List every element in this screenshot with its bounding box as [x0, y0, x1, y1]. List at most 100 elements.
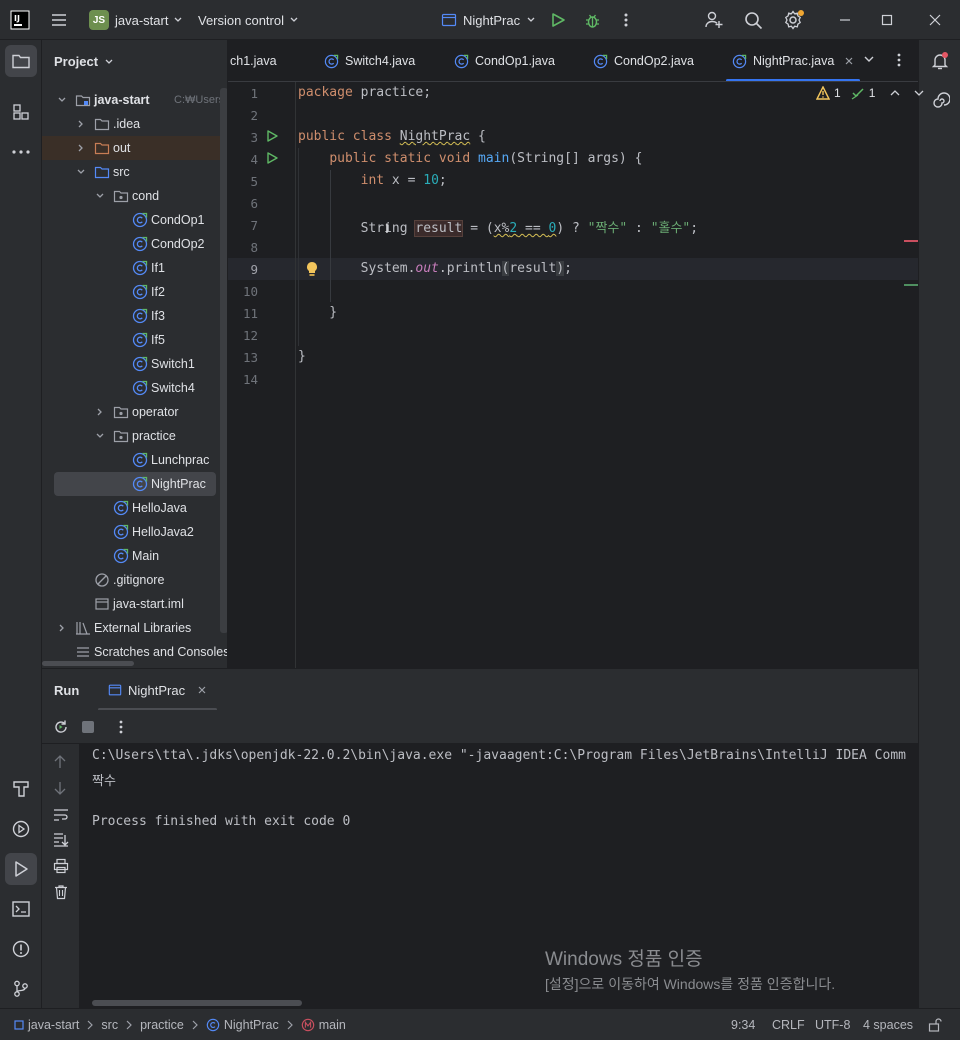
run-main-gutter-button[interactable] [266, 152, 278, 167]
tree-item-label: Switch1 [151, 357, 195, 371]
tree-item[interactable]: If1 [42, 256, 227, 280]
structure-tool-button[interactable] [5, 96, 37, 128]
chevron-right-icon[interactable] [94, 406, 106, 418]
run-class-gutter-button[interactable] [266, 130, 278, 145]
tree-item[interactable]: Main [42, 544, 227, 568]
ai-assistant-button[interactable] [924, 85, 956, 117]
rerun-button[interactable] [53, 719, 69, 738]
code-with-me-button[interactable] [704, 0, 724, 40]
minimize-button[interactable] [822, 0, 868, 40]
chevron-down-icon[interactable] [94, 190, 106, 202]
tree-item[interactable]: NightPrac [54, 472, 216, 496]
next-occurrence-button[interactable] [53, 780, 67, 799]
chevron-right-icon[interactable] [75, 142, 87, 154]
run-config-selector[interactable]: NightPrac [441, 0, 536, 40]
error-stripe-mark[interactable] [904, 240, 918, 242]
stop-button[interactable] [82, 721, 94, 733]
tree-vertical-scrollbar[interactable] [220, 88, 227, 633]
settings-button[interactable] [783, 0, 805, 40]
services-tool-button[interactable] [5, 813, 37, 845]
tree-item[interactable]: CondOp2 [42, 232, 227, 256]
breadcrumb-item[interactable]: NightPrac [206, 1018, 279, 1032]
vcs-widget[interactable]: Version control [198, 0, 299, 40]
tree-item[interactable]: If3 [42, 304, 227, 328]
run-more-button[interactable] [116, 719, 126, 738]
chevron-down-icon[interactable] [94, 430, 106, 442]
problems-tool-button[interactable] [5, 933, 37, 965]
run-button[interactable] [550, 0, 566, 40]
close-icon[interactable] [844, 56, 854, 66]
line-separator[interactable]: CRLF [772, 1009, 805, 1040]
tree-item[interactable]: External Libraries [42, 616, 227, 640]
indent-setting[interactable]: 4 spaces [863, 1009, 913, 1040]
tree-item[interactable]: HelloJava2 [42, 520, 227, 544]
tree-item[interactable]: If5 [42, 328, 227, 352]
code-editor[interactable] [228, 82, 918, 668]
tree-item[interactable]: HelloJava [42, 496, 227, 520]
breadcrumb-item[interactable]: src [101, 1018, 118, 1032]
console-horizontal-scrollbar[interactable] [92, 1000, 302, 1006]
git-tool-button[interactable] [5, 973, 37, 1005]
lock-button[interactable] [928, 1009, 942, 1040]
scroll-to-end-button[interactable] [53, 832, 69, 851]
terminal-tool-button[interactable] [5, 893, 37, 925]
tree-item[interactable]: out [42, 136, 227, 160]
soft-wrap-button[interactable] [53, 808, 69, 825]
build-tool-button[interactable] [5, 773, 37, 805]
more-vertical-icon [624, 13, 628, 27]
tabs-overflow-button[interactable] [862, 52, 876, 69]
search-button[interactable] [744, 0, 763, 40]
caret-position[interactable]: 9:34 [731, 1009, 755, 1040]
chevron-down-icon[interactable] [913, 87, 925, 99]
more-actions-button[interactable] [620, 0, 632, 40]
tree-item[interactable]: cond [42, 184, 227, 208]
tree-item[interactable]: CondOp1 [42, 208, 227, 232]
tree-item[interactable]: If2 [42, 280, 227, 304]
main-menu-icon[interactable] [50, 0, 68, 40]
change-stripe-mark[interactable] [904, 284, 918, 286]
editor-tab[interactable]: ch1.java [228, 40, 283, 81]
chevron-right-icon[interactable] [56, 622, 68, 634]
breadcrumb-item[interactable]: practice [140, 1018, 184, 1032]
tree-item[interactable]: practice [42, 424, 227, 448]
chevron-right-icon[interactable] [75, 118, 87, 130]
tree-item[interactable]: .idea [42, 112, 227, 136]
tree-item[interactable]: Switch4 [42, 376, 227, 400]
editor-tab[interactable]: CondOp1.java [448, 40, 561, 81]
tree-item[interactable]: Switch1 [42, 352, 227, 376]
close-icon[interactable] [197, 685, 207, 695]
tabs-more-button[interactable] [893, 52, 905, 71]
tree-item[interactable]: .gitignore [42, 568, 227, 592]
file-encoding[interactable]: UTF-8 [815, 1009, 850, 1040]
chevron-up-icon[interactable] [889, 87, 901, 99]
breadcrumb-label: NightPrac [223, 1018, 279, 1032]
tree-item[interactable]: operator [42, 400, 227, 424]
tree-item[interactable]: java-start.iml [42, 592, 227, 616]
editor-tab[interactable]: CondOp2.java [587, 40, 700, 81]
breadcrumb-item[interactable]: java-start [14, 1018, 79, 1032]
tree-item[interactable]: Lunchprac [42, 448, 227, 472]
project-tool-button[interactable] [5, 45, 37, 77]
close-window-button[interactable] [912, 0, 958, 40]
tree-item[interactable]: src [42, 160, 227, 184]
run-tool-button[interactable] [5, 853, 37, 885]
run-icon [552, 13, 565, 27]
previous-occurrence-button[interactable] [53, 754, 67, 773]
chevron-down-icon[interactable] [56, 94, 68, 106]
tree-horizontal-scrollbar[interactable] [42, 661, 134, 666]
more-tools-button[interactable] [5, 136, 37, 168]
project-panel-header[interactable]: Project [54, 54, 114, 69]
inspection-widget[interactable]: 1 1 [816, 86, 925, 100]
debug-button[interactable] [584, 0, 601, 40]
run-tab[interactable]: NightPrac [98, 669, 218, 711]
chevron-down-icon[interactable] [75, 166, 87, 178]
clear-console-button[interactable] [53, 884, 69, 903]
tree-item[interactable]: java-startC:₩Users₩tta [42, 88, 227, 112]
print-button[interactable] [53, 858, 69, 877]
project-widget[interactable]: JS java-start [89, 0, 183, 40]
notifications-button[interactable] [924, 45, 956, 77]
breadcrumb-item[interactable]: main [301, 1018, 346, 1032]
maximize-button[interactable] [864, 0, 910, 40]
editor-tab[interactable]: NightPrac.java [726, 40, 861, 81]
editor-tab[interactable]: Switch4.java [318, 40, 421, 81]
